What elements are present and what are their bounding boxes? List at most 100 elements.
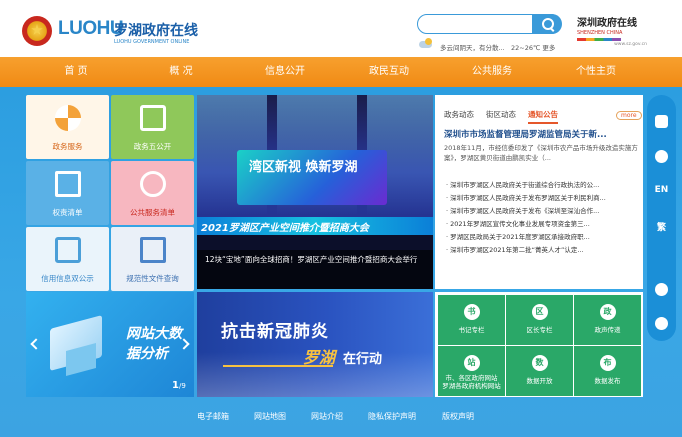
tab-notices[interactable]: 通知公告 <box>528 109 558 124</box>
quick-link-label: 区长专栏 <box>526 326 553 334</box>
file-search-icon <box>139 237 166 263</box>
logo-subtitle: LUOHU GOVERNMENT ONLINE <box>114 39 190 45</box>
quick-link-label: 政声传递 <box>594 326 621 334</box>
shenzhen-logo-cn: 深圳政府在线 <box>577 18 637 29</box>
main-nav: 首 页 概 况 信息公开 政民互动 公共服务 个性主页 <box>0 57 682 87</box>
bigdata-carousel[interactable]: 网站大数据分析 1/9 <box>26 292 194 397</box>
accessibility-icon[interactable] <box>655 283 668 296</box>
news-item[interactable]: 深圳市罗湖区人民政府关于街道综合行政执法的公... <box>446 179 614 189</box>
nav-home[interactable]: 首 页 <box>26 57 126 87</box>
tile-normative-docs[interactable]: 规范性文件查询 <box>111 227 194 291</box>
weather-text: 多云间阴天，有分散... <box>440 44 505 52</box>
tile-label: 政务服务 <box>52 142 83 151</box>
bigdata-title: 网站大数据分析 <box>126 326 182 362</box>
tile-responsibility-list[interactable]: 权责清单 <box>26 161 109 225</box>
robot-icon[interactable] <box>655 115 668 128</box>
tile-credit-info[interactable]: 信用信息双公示 <box>26 227 109 291</box>
nav-info-disclosure[interactable]: 信息公开 <box>235 57 335 87</box>
tab-district-news[interactable]: 街区动态 <box>486 109 516 120</box>
footer-sitemap[interactable]: 网站地图 <box>254 411 286 422</box>
news-item[interactable]: 深圳市罗湖区人民政府关于发布罗湖区关于利民利商... <box>446 192 614 202</box>
quick-link-voice[interactable]: 政政声传递 <box>574 295 641 345</box>
document-icon <box>139 105 166 131</box>
tile-label: 公共服务清单 <box>130 208 175 217</box>
pager-current: 1 <box>172 380 179 391</box>
quick-link-label: 市、各区政府网站 罗湖各政府机构网站 <box>442 374 501 390</box>
news-panel: 政务动态 街区动态 通知公告 more 深圳市市场监督管理局罗湖监管局关于新..… <box>435 95 643 289</box>
news-summary: 2018年11月，市经信委印发了《深圳市农产品市场升级改造实施方案》，罗湖区黄贝… <box>444 144 638 162</box>
footer-about[interactable]: 网站介绍 <box>311 411 343 422</box>
mayor-icon: 区 <box>531 304 548 320</box>
tile-five-disclosures[interactable]: 政务五公开 <box>111 95 194 159</box>
search-button[interactable] <box>532 14 562 34</box>
site-logo[interactable]: LUOHU 罗湖政府在线 LUOHU GOVERNMENT ONLINE <box>22 16 212 50</box>
stage-screen <box>237 150 387 205</box>
header: LUOHU 罗湖政府在线 LUOHU GOVERNMENT ONLINE 多云间… <box>0 0 682 57</box>
quick-link-secretary[interactable]: 书书记专栏 <box>438 295 505 345</box>
covid-line1: 抗击新冠肺炎 <box>221 322 329 342</box>
tile-label: 规范性文件查询 <box>126 274 179 283</box>
credit-icon <box>54 237 81 263</box>
shenzhen-logo-url: www.sz.gov.cn <box>614 42 647 47</box>
news-item[interactable]: 深圳市罗湖区人民政府关于发布《深圳至深汕合作... <box>446 205 614 215</box>
shenzhen-logo-en: SHENZHEN CHINA <box>577 30 623 36</box>
voice-icon: 政 <box>599 304 616 320</box>
news-item[interactable]: 2021年罗湖区宣传文化事业发展专项资金第三... <box>446 218 614 228</box>
book-icon <box>54 171 81 197</box>
headline-banner[interactable]: 湾区新视 焕新罗湖 2021罗湖区产业空间推介暨招商大会 12块“宝地”面向全球… <box>197 95 433 289</box>
news-headline[interactable]: 深圳市市场监督管理局罗湖监管局关于新... <box>444 128 607 140</box>
nav-public-service[interactable]: 公共服务 <box>442 57 542 87</box>
footer-copyright[interactable]: 版权声明 <box>442 411 474 422</box>
data-release-icon: 布 <box>599 355 616 371</box>
national-emblem-icon <box>22 16 52 46</box>
covid-banner[interactable]: 抗击新冠肺炎 罗湖 在行动 <box>197 292 433 397</box>
shenzhen-stripes <box>577 38 621 41</box>
share-icon[interactable] <box>655 317 668 330</box>
prev-arrow-icon[interactable] <box>30 338 42 350</box>
tile-government-service[interactable]: 政务服务 <box>26 95 109 159</box>
quick-link-mayor[interactable]: 区区长专栏 <box>506 295 573 345</box>
banner-caption-box: 12块“宝地”面向全球招商！罗湖区产业空间推介暨招商大会举行 <box>197 250 433 289</box>
temperature-value: 22~26℃ <box>511 44 541 52</box>
more-link[interactable]: more <box>616 111 642 120</box>
chat-icon[interactable] <box>655 150 668 163</box>
temperature: 22~26℃ 更多 <box>511 42 555 52</box>
nav-personal-page[interactable]: 个性主页 <box>546 57 646 87</box>
floating-sidebar: EN 繁 <box>647 95 676 341</box>
tab-government-news[interactable]: 政务动态 <box>444 109 474 120</box>
weather-more-link[interactable]: 更多 <box>542 44 555 52</box>
quick-link-label: 数据开放 <box>526 377 553 385</box>
service-list-icon <box>139 171 166 197</box>
weather-cloudy-icon <box>419 38 433 48</box>
english-switch[interactable]: EN <box>647 185 676 195</box>
led-text: 2021罗湖区产业空间推介暨招商大会 <box>201 223 369 234</box>
covid-line2: 罗湖 <box>303 348 336 367</box>
quick-link-label: 数据发布 <box>594 377 621 385</box>
sites-icon: 站 <box>463 355 480 371</box>
open-data-icon: 数 <box>531 355 548 371</box>
logo-chinese: 罗湖政府在线 <box>114 23 198 39</box>
footer-privacy[interactable]: 隐私保护声明 <box>368 411 416 422</box>
news-item[interactable]: 罗湖区民政局关于2021年度罗湖区承接政府职... <box>446 231 614 241</box>
secretary-icon: 书 <box>463 304 480 320</box>
tile-label: 信用信息双公示 <box>41 274 94 283</box>
quick-links-grid: 书书记专栏 区区长专栏 政政声传递 站市、各区政府网站 罗湖各政府机构网站 数数… <box>435 292 643 397</box>
quick-link-gov-sites[interactable]: 站市、各区政府网站 罗湖各政府机构网站 <box>438 346 505 396</box>
nav-overview[interactable]: 概 况 <box>131 57 231 87</box>
stage-screen-text: 湾区新视 焕新罗湖 <box>249 160 358 175</box>
quick-link-open-data[interactable]: 数数据开放 <box>506 346 573 396</box>
quick-link-label: 书记专栏 <box>458 326 485 334</box>
footer-email[interactable]: 电子邮箱 <box>197 411 229 422</box>
tile-label: 权责清单 <box>52 208 83 217</box>
quick-link-data-release[interactable]: 布数据发布 <box>574 346 641 396</box>
covid-line3: 在行动 <box>343 352 383 367</box>
pinwheel-icon <box>54 105 81 131</box>
banner-caption[interactable]: 12块“宝地”面向全球招商！罗湖区产业空间推介暨招商大会举行 <box>205 254 425 266</box>
pager-total: /9 <box>178 382 186 390</box>
tile-public-service-list[interactable]: 公共服务清单 <box>111 161 194 225</box>
shenzhen-logo[interactable]: 深圳政府在线 SHENZHEN CHINA www.sz.gov.cn <box>577 14 647 50</box>
nav-interaction[interactable]: 政民互动 <box>339 57 439 87</box>
carousel-pager: 1/9 <box>172 380 186 391</box>
traditional-chinese-switch[interactable]: 繁 <box>647 220 676 233</box>
news-item[interactable]: 深圳市罗湖区2021年第二批“菁英人才”认定... <box>446 244 614 254</box>
